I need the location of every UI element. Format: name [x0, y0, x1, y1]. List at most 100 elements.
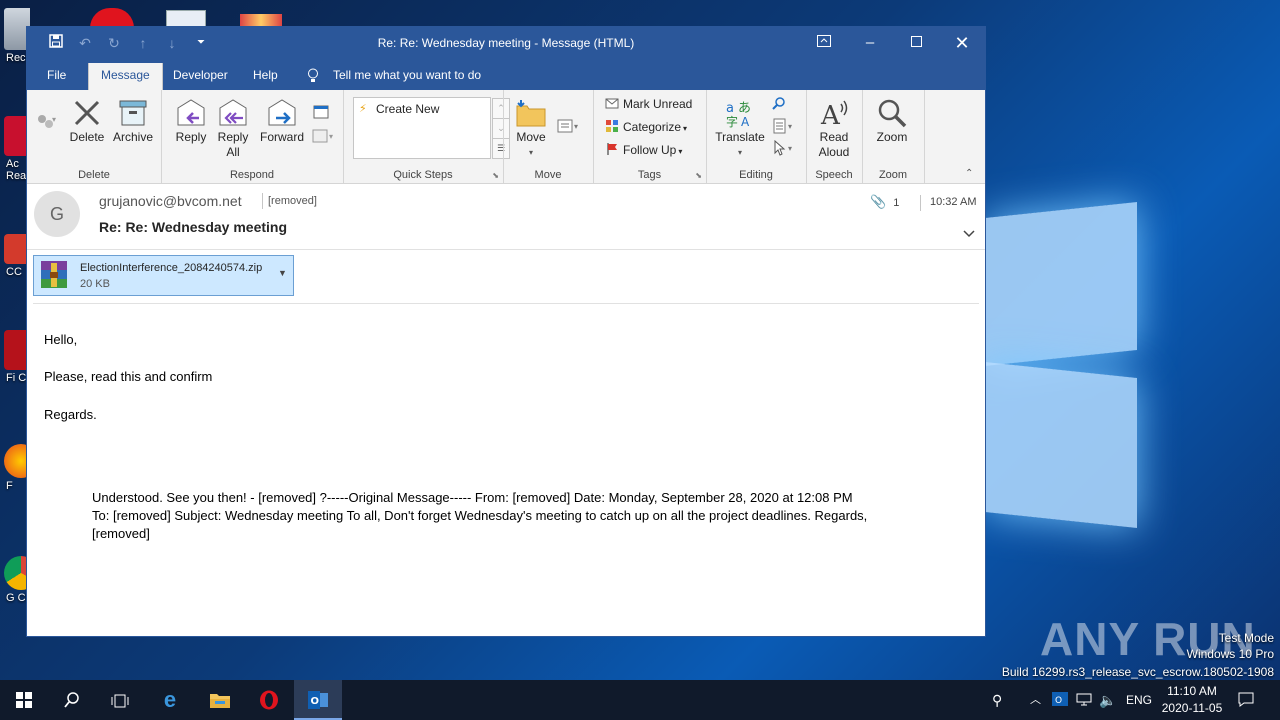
taskbar: e O ⚲ ︿ O 🔈 ENG 11:10 AM 2020-11-05	[0, 680, 1280, 720]
categorize-button[interactable]: Categorize ▾	[605, 117, 687, 137]
header-divider	[27, 249, 985, 250]
task-view-icon[interactable]	[96, 680, 144, 720]
attachment-size: 20 KB	[80, 278, 110, 290]
outlook-taskbar-icon[interactable]: O	[294, 680, 342, 720]
taskbar-clock[interactable]: 11:10 AM 2020-11-05	[1150, 683, 1234, 717]
select-icon[interactable]: ▾	[770, 139, 800, 160]
attachment-chip[interactable]: ElectionInterference_2084240574.zip 20 K…	[33, 255, 294, 296]
forward-label: Forward	[259, 130, 304, 144]
archive-button[interactable]: Archive	[111, 98, 155, 145]
people-icon[interactable]: ⚲	[992, 680, 1002, 720]
follow-up-label: Follow Up	[623, 143, 677, 157]
speech-group-label: Speech	[815, 169, 853, 181]
editing-group-label: Editing	[739, 169, 773, 181]
sender-address[interactable]: grujanovic@bvcom.net	[99, 193, 242, 209]
minimize-button[interactable]: –	[847, 27, 893, 59]
reply-all-label-1: Reply	[217, 130, 249, 144]
reply-all-icon	[217, 98, 249, 128]
find-icon[interactable]	[770, 96, 788, 114]
quoted-line: Understood. See you then! - [removed] ?-…	[92, 490, 853, 505]
more-respond-icon[interactable]: ▾	[311, 128, 337, 148]
category-icon	[605, 119, 619, 133]
search-icon[interactable]	[48, 680, 96, 720]
expand-header-icon[interactable]	[963, 225, 975, 241]
reply-button[interactable]: Reply	[173, 98, 209, 145]
clock-date: 2020-11-05	[1161, 701, 1223, 715]
follow-up-button[interactable]: Follow Up ▾	[605, 140, 682, 160]
tab-developer[interactable]: Developer	[173, 68, 228, 82]
show-hidden-icons[interactable]: ︿	[1030, 680, 1041, 720]
archive-icon	[118, 98, 148, 128]
move-group: Move ▾ ▾ Move	[503, 90, 594, 183]
meeting-reply-icon[interactable]	[311, 104, 331, 124]
opera-desktop-icon[interactable]	[90, 8, 134, 28]
message-subject: Re: Re: Wednesday meeting	[99, 219, 288, 235]
dialog-launcher-icon[interactable]: ⬊	[492, 171, 499, 180]
editing-group: aあ字A Translate ▾ ▾ ▾ Editing	[706, 90, 807, 183]
translate-dropdown-caret: ▾	[737, 148, 742, 157]
archive-label: Archive	[112, 130, 153, 144]
quick-steps-group-frame: Quick Steps ⬊	[343, 90, 504, 183]
reply-all-button[interactable]: Reply All	[215, 98, 251, 160]
ribbon-tabs: File Message Developer Help Tell me what…	[27, 59, 985, 90]
divider	[920, 195, 922, 212]
ignore-button[interactable]: ▾	[33, 112, 59, 136]
svg-text:a: a	[726, 101, 734, 116]
language-indicator[interactable]: ENG	[1126, 680, 1152, 720]
paperclip-icon: 📎	[870, 194, 887, 209]
ribbon-display-options-icon[interactable]	[801, 27, 847, 59]
zoom-group: Zoom Zoom	[862, 90, 925, 183]
quoted-message: Understood. See you then! - [removed] ?-…	[92, 489, 922, 543]
delete-button[interactable]: Delete	[69, 98, 105, 145]
dialog-launcher-icon[interactable]: ⬊	[695, 171, 702, 180]
read-aloud-icon: A	[819, 98, 849, 131]
collapse-ribbon-icon[interactable]: ⌃	[965, 168, 973, 179]
mark-unread-button[interactable]: Mark Unread	[605, 94, 692, 114]
move-group-label: Move	[534, 169, 562, 181]
opera-icon[interactable]	[245, 680, 293, 720]
image-desktop-icon[interactable]	[240, 14, 282, 28]
move-button[interactable]: Move ▾	[511, 98, 551, 160]
forward-icon	[266, 98, 298, 128]
translate-label: Translate	[715, 130, 765, 144]
tab-message[interactable]: Message	[88, 63, 163, 90]
translate-button[interactable]: aあ字A Translate ▾	[712, 98, 768, 160]
zoom-group-label: Zoom	[878, 169, 908, 181]
recipient[interactable]: [removed]	[262, 193, 317, 209]
read-aloud-button[interactable]: A Read Aloud	[814, 98, 854, 160]
tab-help[interactable]: Help	[253, 68, 278, 82]
attachment-divider	[33, 303, 979, 304]
start-button[interactable]	[0, 680, 48, 720]
attachment-name: ElectionInterference_2084240574.zip	[80, 262, 263, 274]
tab-file[interactable]: File	[47, 68, 66, 82]
ribbon: ▾ Delete Archive Delete Reply Reply All …	[27, 90, 985, 184]
body-signoff: Regards.	[44, 407, 97, 422]
tags-group-label: Tags	[637, 169, 662, 181]
desktop-icon-column: Rec Ac Rea CC Fi C F G Ch	[0, 0, 30, 680]
maximize-button[interactable]	[893, 27, 939, 59]
forward-button[interactable]: Forward	[257, 98, 307, 145]
sender-avatar: G	[34, 191, 80, 237]
file-explorer-icon[interactable]	[196, 680, 244, 720]
outlook-tray-icon[interactable]: O	[1052, 680, 1068, 720]
windows-edition-text: Windows 10 Pro	[1186, 647, 1274, 661]
edge-icon[interactable]: e	[146, 680, 194, 720]
move-folder-icon	[515, 98, 547, 128]
winrar-archive-icon	[38, 259, 70, 291]
related-icon[interactable]: ▾	[770, 118, 800, 138]
chevron-down-icon: ▾	[683, 124, 688, 133]
close-button[interactable]: ✕	[939, 27, 985, 59]
network-icon[interactable]	[1076, 680, 1092, 720]
chevron-down-icon[interactable]: ▼	[278, 268, 287, 278]
action-center-icon[interactable]	[1238, 680, 1254, 720]
quoted-line: To: [removed] Subject: Wednesday meeting…	[92, 508, 868, 523]
tell-me-search[interactable]: Tell me what you want to do	[333, 68, 481, 82]
zoom-button[interactable]: Zoom	[872, 98, 912, 145]
svg-text:O: O	[1055, 696, 1062, 706]
rules-icon[interactable]: ▾	[555, 118, 585, 138]
categorize-label: Categorize	[623, 120, 682, 134]
body-greeting: Hello,	[44, 332, 78, 347]
quoted-line: [removed]	[92, 526, 150, 541]
volume-icon[interactable]: 🔈	[1099, 680, 1116, 720]
build-text: Build 16299.rs3_release_svc_escrow.18050…	[1001, 665, 1274, 679]
